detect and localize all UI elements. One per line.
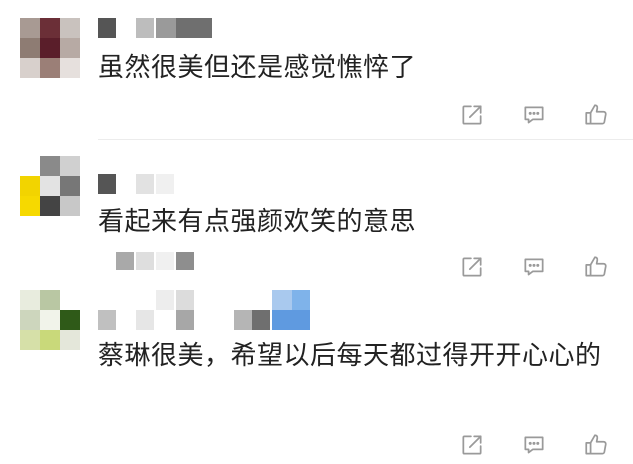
reply-button[interactable] [519, 430, 549, 460]
share-icon [462, 257, 482, 277]
share-button[interactable] [457, 430, 487, 460]
comment-text: 蔡琳很美，希望以后每天都过得开开心心的 [98, 341, 602, 371]
share-button[interactable] [457, 100, 487, 130]
comment-icon [524, 106, 544, 124]
username[interactable] [98, 174, 178, 196]
comment-icon [524, 258, 544, 276]
comment-actions [457, 430, 617, 460]
reply-button[interactable] [519, 100, 549, 130]
avatar[interactable] [20, 156, 80, 216]
thumbs-up-icon [585, 104, 607, 125]
share-icon [462, 435, 482, 455]
comment-actions [457, 252, 617, 282]
thumbs-up-icon [585, 256, 607, 277]
comment-text: 看起来有点强颜欢笑的意思 [98, 207, 417, 237]
username[interactable] [98, 18, 218, 40]
thumbs-up-icon [585, 434, 607, 455]
comment-actions [457, 100, 617, 130]
avatar[interactable] [20, 18, 80, 78]
share-button[interactable] [457, 252, 487, 282]
reply-button[interactable] [519, 252, 549, 282]
like-button[interactable] [581, 252, 611, 282]
username[interactable] [98, 290, 313, 330]
comment-meta [112, 252, 202, 272]
like-button[interactable] [581, 100, 611, 130]
comment-item: 蔡琳很美，希望以后每天都过得开开心心的 [0, 290, 633, 464]
comment-item: 虽然很美但还是感觉憔悴了 [0, 0, 633, 140]
comment-icon [524, 436, 544, 454]
comment-item: 看起来有点强颜欢笑的意思 [0, 140, 633, 290]
share-icon [462, 105, 482, 125]
avatar[interactable] [20, 290, 80, 350]
comment-text: 虽然很美但还是感觉憔悴了 [98, 53, 417, 83]
like-button[interactable] [581, 430, 611, 460]
